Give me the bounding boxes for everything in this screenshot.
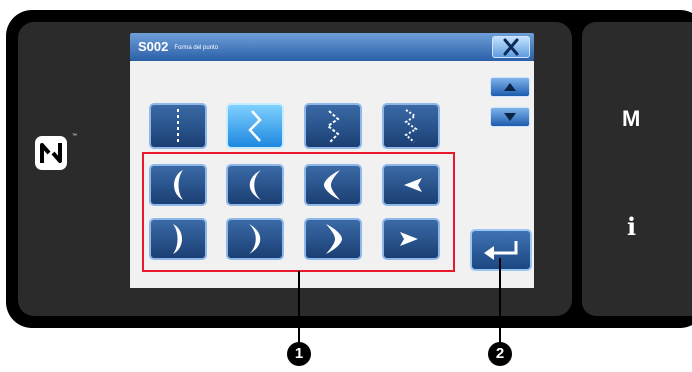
callout-1-badge: 1 bbox=[287, 342, 311, 366]
triangle-up-icon bbox=[504, 83, 516, 91]
information-button[interactable]: i bbox=[627, 212, 636, 241]
enter-return-icon bbox=[484, 241, 518, 260]
scroll-up-button[interactable] bbox=[490, 77, 530, 97]
stitch-type-straight-button[interactable] bbox=[149, 103, 207, 149]
dialog-title: S002 Forma del punto bbox=[138, 39, 218, 54]
mode-button[interactable]: M bbox=[622, 106, 640, 132]
stitch-type-zigzag-3-button[interactable] bbox=[304, 103, 362, 149]
zigzag-4-step-stitch-icon bbox=[404, 109, 418, 143]
stitch-type-zigzag-4-button[interactable] bbox=[382, 103, 440, 149]
callout-2-leader bbox=[499, 258, 501, 345]
nfc-icon bbox=[34, 135, 68, 171]
shape-selection-highlight bbox=[142, 152, 455, 272]
side-panel: M i bbox=[582, 22, 692, 316]
scroll-down-button[interactable] bbox=[490, 107, 530, 127]
callout-1-leader bbox=[298, 271, 300, 345]
screen-subtitle: Forma del punto bbox=[174, 45, 219, 51]
stitch-type-zigzag-2-button[interactable] bbox=[226, 103, 284, 149]
close-x-icon bbox=[503, 38, 519, 56]
zigzag-3-step-stitch-icon bbox=[326, 110, 340, 143]
straight-dashed-stitch-icon bbox=[177, 109, 179, 143]
triangle-down-icon bbox=[504, 113, 516, 121]
close-button[interactable] bbox=[492, 36, 530, 58]
zigzag-2-step-stitch-icon bbox=[248, 110, 262, 142]
dialog-title-bar: S002 Forma del punto bbox=[130, 33, 534, 61]
screen-code: S002 bbox=[138, 39, 169, 54]
callout-2-badge: 2 bbox=[488, 342, 512, 366]
enter-button[interactable] bbox=[470, 229, 532, 271]
trademark-symbol: ™ bbox=[72, 133, 77, 139]
